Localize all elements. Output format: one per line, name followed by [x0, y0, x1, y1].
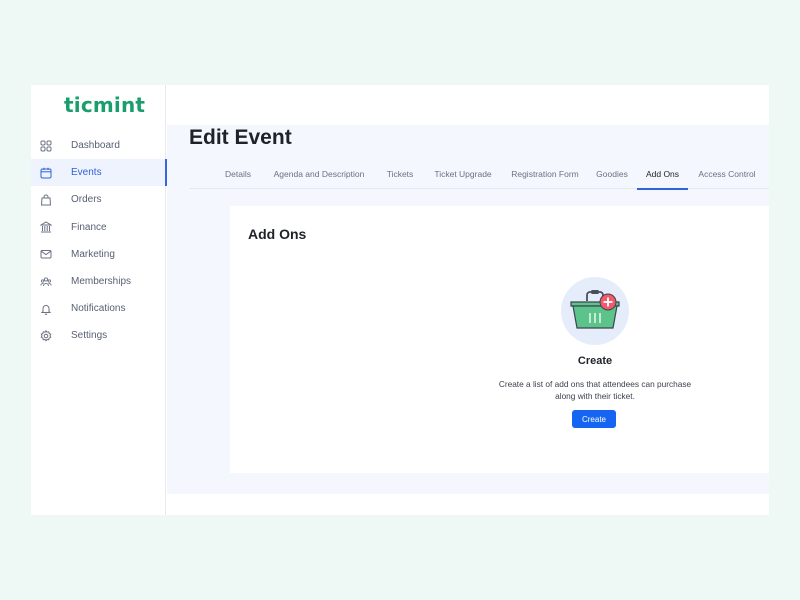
- bell-icon: [40, 303, 52, 315]
- tab-tickets[interactable]: Tickets: [384, 163, 416, 189]
- sidebar-item-orders[interactable]: Orders: [31, 186, 166, 213]
- sidebar-item-settings[interactable]: Settings: [31, 322, 166, 349]
- tab-registration-form[interactable]: Registration Form: [509, 163, 581, 189]
- logo[interactable]: ticmint: [64, 93, 145, 117]
- create-button[interactable]: Create: [572, 410, 616, 428]
- sidebar-item-marketing[interactable]: Marketing: [31, 241, 166, 268]
- sidebar-item-dashboard[interactable]: Dashboard: [31, 132, 166, 159]
- tab-bar: Details Agenda and Description Tickets T…: [189, 163, 769, 190]
- sidebar-item-label: Memberships: [71, 276, 132, 288]
- tab-add-ons[interactable]: Add Ons: [637, 163, 688, 190]
- sidebar-item-label: Events: [71, 167, 102, 179]
- tab-ticket-upgrade[interactable]: Ticket Upgrade: [432, 163, 494, 189]
- users-icon: [40, 276, 52, 288]
- calendar-icon: [40, 167, 52, 179]
- gear-icon: [40, 329, 52, 342]
- sidebar-item-label: Orders: [71, 194, 102, 206]
- sidebar-item-events[interactable]: Events: [31, 159, 167, 187]
- empty-state-title: Create: [577, 355, 613, 367]
- shopping-bag-icon: [40, 194, 52, 206]
- sidebar-item-finance[interactable]: Finance: [31, 214, 166, 241]
- tab-details[interactable]: Details: [223, 163, 253, 189]
- tab-access-control[interactable]: Access Control: [696, 163, 758, 189]
- grid-icon: [40, 140, 52, 152]
- mail-icon: [40, 248, 52, 260]
- sidebar-item-label: Finance: [71, 221, 107, 233]
- app-window: ticmint Dashboard Events Orders Finance …: [31, 85, 769, 515]
- card-title: Add Ons: [248, 226, 307, 242]
- sidebar-item-notifications[interactable]: Notifications: [31, 295, 166, 322]
- basket-add-icon: [561, 277, 629, 345]
- add-ons-card: Add Ons Create Create a list of add ons …: [230, 206, 769, 473]
- sidebar-item-label: Marketing: [71, 248, 115, 260]
- tab-agenda-and-description[interactable]: Agenda and Description: [271, 163, 367, 189]
- main-area: Edit Event Details Agenda and Descriptio…: [167, 85, 769, 515]
- empty-state-description: Create a list of add ons that attendees …: [498, 379, 692, 401]
- top-bar: [167, 85, 769, 125]
- page-title: Edit Event: [189, 126, 292, 149]
- sidebar-item-label: Dashboard: [71, 140, 120, 152]
- sidebar-item-label: Notifications: [71, 303, 126, 315]
- sidebar: ticmint Dashboard Events Orders Finance …: [31, 85, 167, 515]
- tab-goodies[interactable]: Goodies: [595, 163, 629, 189]
- sidebar-nav: Dashboard Events Orders Finance Marketin…: [31, 132, 167, 350]
- bank-icon: [40, 221, 52, 233]
- sidebar-item-label: Settings: [71, 330, 108, 342]
- sidebar-item-memberships[interactable]: Memberships: [31, 268, 166, 295]
